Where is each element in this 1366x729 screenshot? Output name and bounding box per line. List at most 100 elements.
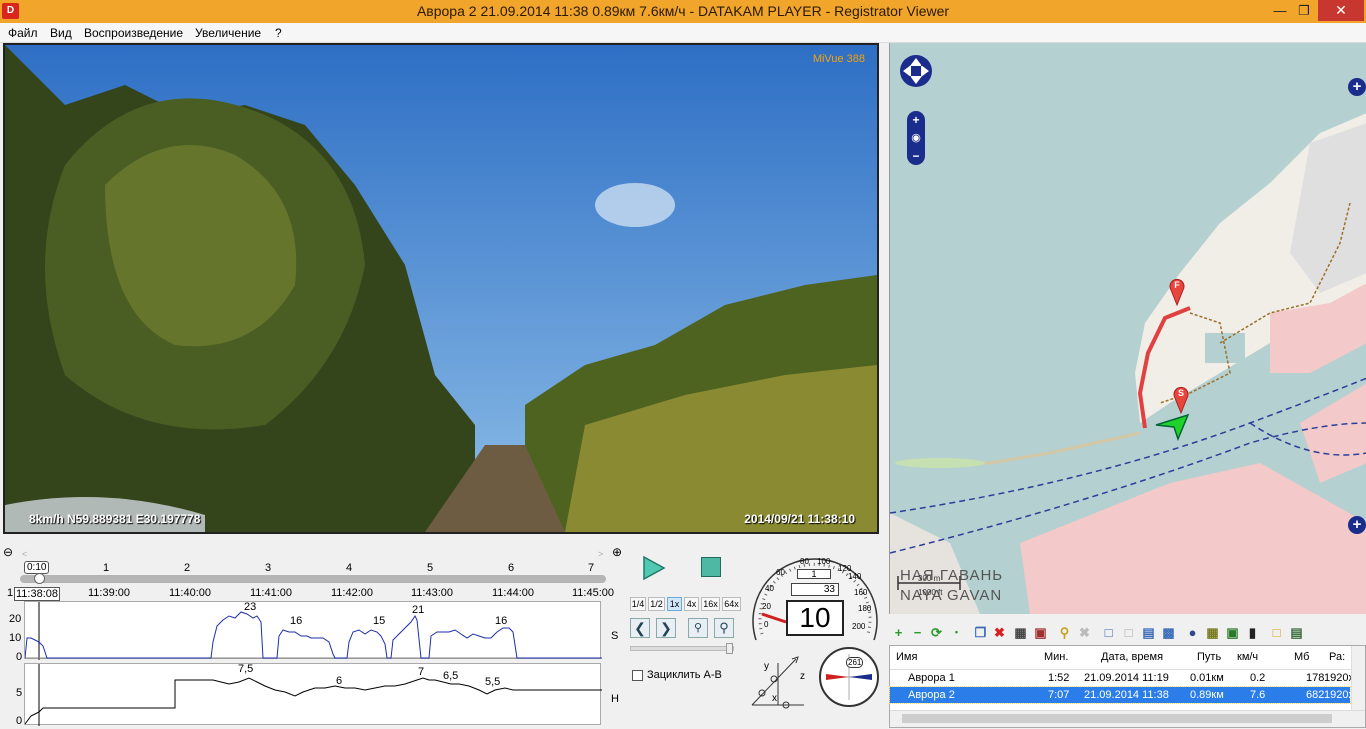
loop-ab-label: Зациклить А-В [647,669,722,681]
remove-file-icon[interactable]: − [910,625,925,640]
stop-icon[interactable] [701,557,721,577]
volume-slider-thumb[interactable] [726,643,733,654]
video-logo: MiVue 388 [812,53,865,65]
speed-half-button[interactable]: 1/2 [648,597,665,611]
close-icon[interactable]: ✕ [1318,0,1364,21]
speed-value-display: 10 [786,600,844,636]
map-zoom-in-icon[interactable]: + [907,111,925,129]
copy-icon[interactable]: ❐ [973,625,988,640]
chart-icon[interactable]: ▦ [1205,625,1220,640]
minute-mark-1: 1 [103,562,110,574]
map-layers-plus-top[interactable]: + [1348,78,1366,96]
speed-4x-button[interactable]: 4x [684,597,699,611]
col-minutes[interactable]: Мин. [1044,651,1068,663]
file-name: Аврора 2 [908,689,955,701]
export-icon[interactable]: □ [1101,625,1116,640]
playback-controls: 1/4 1/2 1x 4x 16x 64x ❮ ❯ ⚲ ⚲ Зациклить … [626,545,744,728]
gauge-scale-60: 60 [776,568,785,577]
compass-rose-icon [819,647,879,707]
volume-slider[interactable] [630,646,734,651]
image-icon[interactable]: ▣ [1225,625,1240,640]
scroll-right-icon[interactable]: > [598,549,603,559]
gauge-scale-100: 100 [817,557,831,566]
restore-icon[interactable]: ❐ [1291,0,1317,21]
file-row[interactable]: Аврора 1 1:52 21.09.2014 11:19 0.01км 0.… [890,670,1354,686]
height-graph[interactable]: 7,5 6 7 6,5 5,5 [24,663,602,726]
speed-1x-button[interactable]: 1x [667,597,682,611]
globe-export-icon[interactable]: ● [1185,625,1200,640]
map-layers-plus-bottom[interactable]: + [1348,516,1366,534]
menu-zoom[interactable]: Увеличение [195,26,261,40]
start-marker[interactable]: S [1173,386,1189,415]
zoom-in-video-icon[interactable]: ⚲ [714,618,734,638]
height-peak-3: 7 [418,666,425,678]
axis-y-label: y [764,661,769,672]
film-icon[interactable]: ▮ [1245,625,1260,640]
speed-16x-button[interactable]: 16x [701,597,720,611]
height-peak-2: 6 [336,675,343,687]
snapshot-icon[interactable]: ▣ [1033,625,1048,640]
speed-quarter-button[interactable]: 1/4 [630,597,646,611]
prev-frame-icon[interactable]: ❮ [630,618,650,638]
time-label-4: 11:42:00 [331,587,374,599]
loop-ab-checkbox[interactable] [632,670,643,681]
play-icon[interactable] [640,555,666,581]
key-icon[interactable]: ⚲ [1057,625,1072,640]
file-list-vscroll[interactable] [1351,646,1365,710]
save-icon[interactable]: ▦ [1013,625,1028,640]
open-folder-icon[interactable]: □ [1269,625,1284,640]
select-icon[interactable]: □ [1121,625,1136,640]
menu-view[interactable]: Вид [50,26,72,40]
speed-graph[interactable]: 23 16 15 21 16 [24,601,602,660]
gauge-scale-180: 180 [858,604,872,613]
col-speed[interactable]: км/ч [1237,651,1258,663]
col-datetime[interactable]: Дата, время [1101,651,1163,663]
finish-marker[interactable]: F [1169,278,1185,307]
finish-marker-label: F [1174,280,1180,290]
file-row-selected[interactable]: Аврора 2 7:07 21.09.2014 11:38 0.89км 7.… [889,686,1354,704]
add-file-icon[interactable]: + [891,625,906,640]
height-peak-5: 5,5 [485,676,501,688]
file-list-hscroll-thumb[interactable] [902,714,1332,723]
refresh-icon[interactable]: ⟳ [929,625,944,640]
map-zoom-out-icon[interactable]: − [907,147,925,165]
delete-icon[interactable]: ✖ [992,625,1007,640]
timeline-thumb[interactable] [34,573,45,584]
globe-icon[interactable]: ◉ [907,129,925,147]
file-path: 0.01км [1190,672,1224,684]
gauge-scale-20: 20 [762,602,771,611]
title-bar: D Аврора 2 21.09.2014 11:38 0.89км 7.6км… [0,0,1366,23]
timeline-zoom-out-icon[interactable]: ⊖ [3,545,13,559]
col-path[interactable]: Путь [1197,651,1221,663]
video-frame[interactable]: 8km/h N59.889381 E30.197778 2014/09/21 1… [3,43,879,534]
minimize-icon[interactable]: — [1267,0,1293,21]
split-icon[interactable]: ▤ [1141,625,1156,640]
timeline-zoom-in-icon[interactable]: ⊕ [612,545,622,559]
col-resolution[interactable]: Ра: [1329,651,1345,663]
menu-playback[interactable]: Воспроизведение [84,26,183,40]
time-label-5: 11:43:00 [411,587,454,599]
speed-64x-button[interactable]: 64x [722,597,741,611]
dot-icon[interactable]: • [949,625,964,640]
timeline-track[interactable] [20,575,606,583]
scroll-left-icon[interactable]: < [22,549,27,559]
merge-icon[interactable]: ▩ [1161,625,1176,640]
height-tick-0: 0 [16,715,23,727]
menu-file[interactable]: Файл [8,26,38,40]
tilt-indicator: y z x [746,647,810,711]
file-speed: 0.2 [1250,672,1266,684]
cut-icon[interactable]: ✖ [1077,625,1092,640]
time-label-6: 11:44:00 [492,587,535,599]
file-toolbar: + − ⟳ • ❐ ✖ ▦ ▣ ⚲ ✖ □ □ ▤ ▩ ● ▦ ▣ ▮ □ ▤ [889,622,1366,644]
start-marker-label: S [1177,388,1184,398]
map-pan-control[interactable] [898,53,934,89]
zoom-out-video-icon[interactable]: ⚲ [688,618,708,638]
height-graph-plot [24,664,602,726]
col-name[interactable]: Имя [896,651,917,663]
menu-help[interactable]: ? [275,26,282,40]
next-frame-icon[interactable]: ❯ [656,618,676,638]
document-icon[interactable]: ▤ [1289,625,1304,640]
map-panel[interactable]: + ◉ − + + НАЯ ГАВАНЬ NAYA GAVAN 300 m 10… [889,43,1366,614]
col-mb[interactable]: Мб [1294,651,1309,663]
gauge-scale-40: 40 [765,584,774,593]
